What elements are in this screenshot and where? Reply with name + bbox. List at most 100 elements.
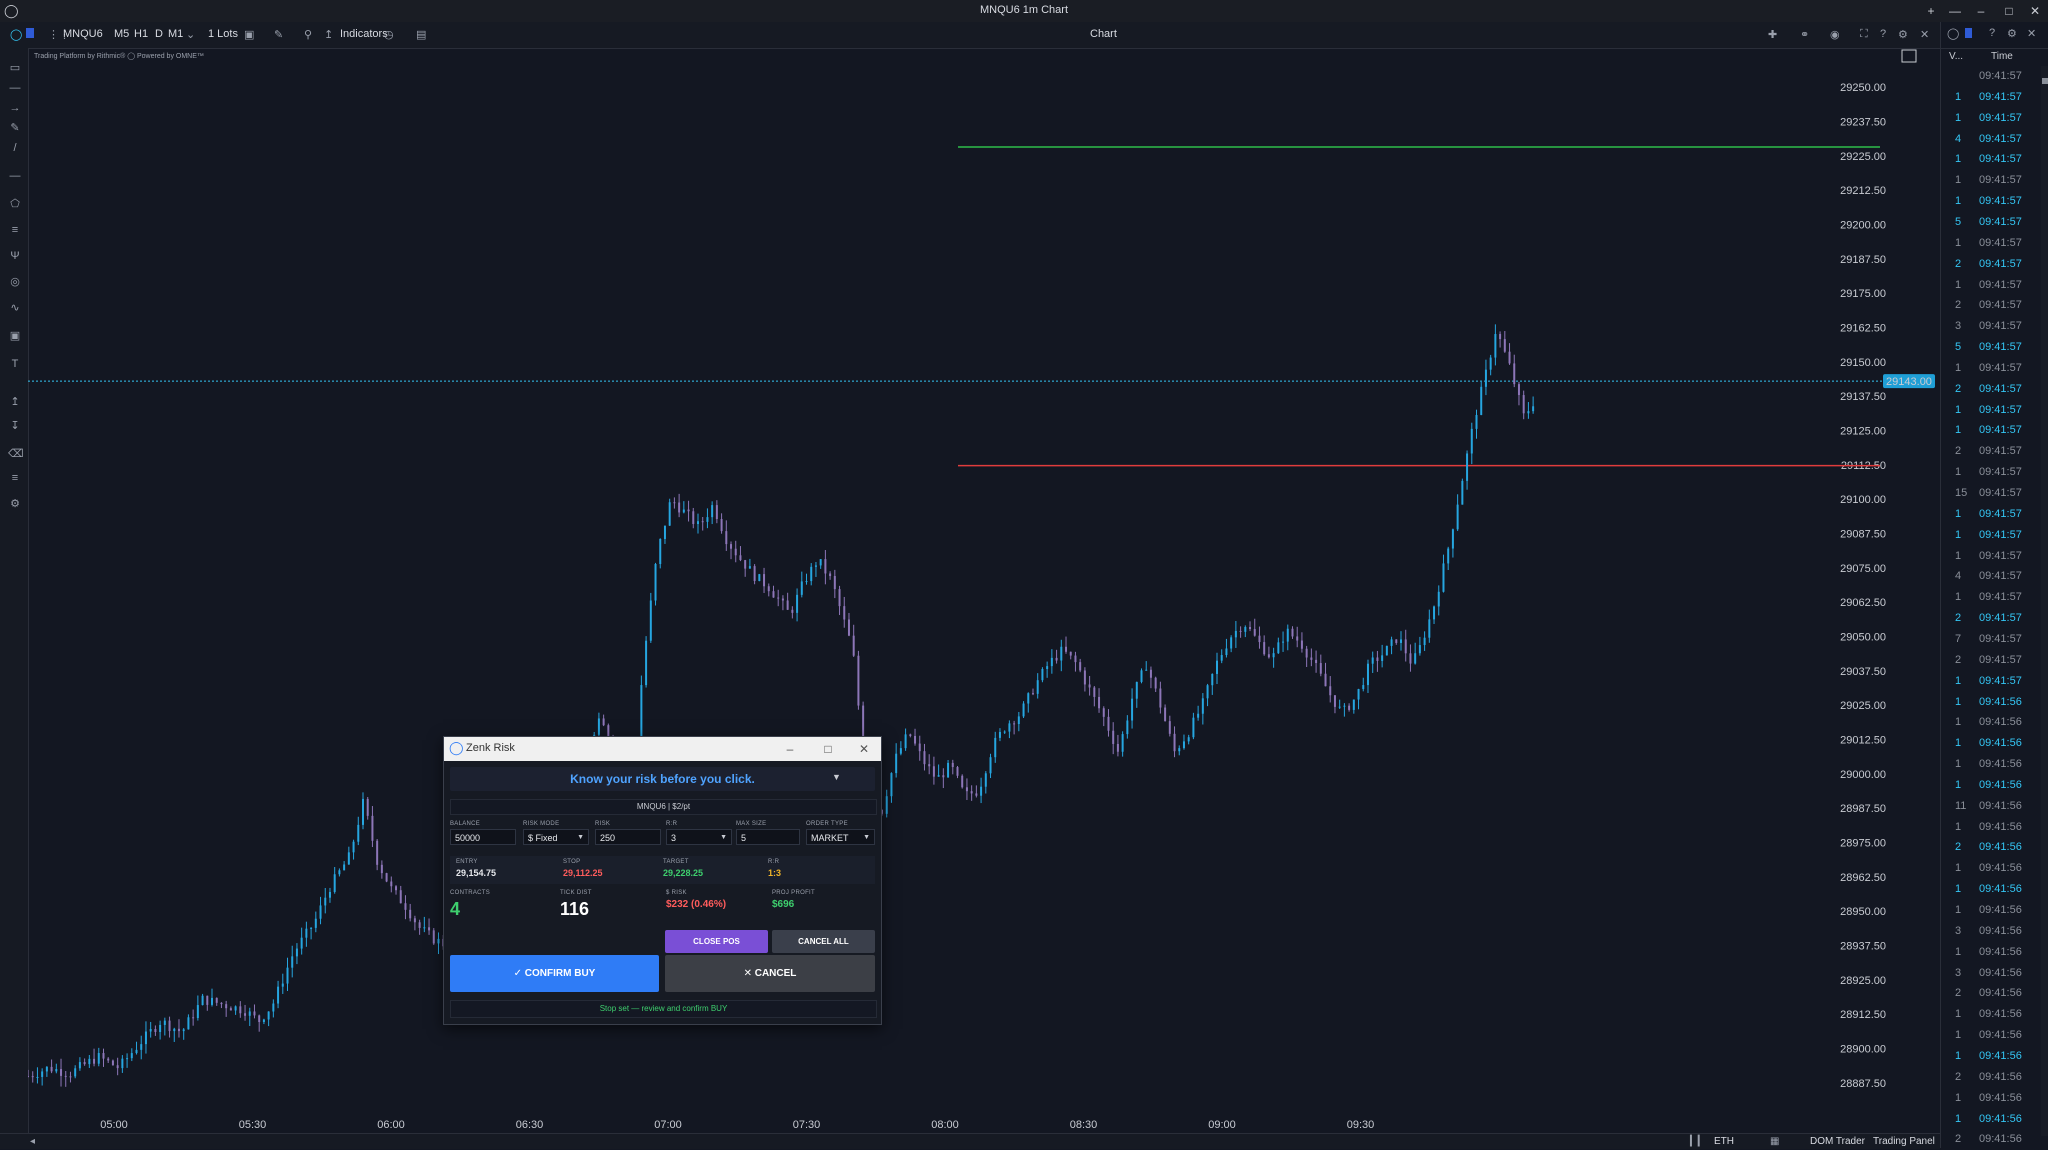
candle-body [772,591,775,598]
dom-trader-button[interactable]: DOM Trader [1810,1136,1865,1147]
cancel-button[interactable]: ✕ CANCEL [665,955,875,992]
collapse-chevron-icon[interactable]: ▼ [832,772,841,782]
risk-mode-select[interactable]: $ Fixed ▼ [523,829,589,845]
order-type-select[interactable]: MARKET ▼ [806,829,875,845]
restore-small-icon[interactable]: — [1944,2,1966,20]
symbol-selector[interactable]: MNQU6 [63,28,103,40]
scrollbar-thumb[interactable] [2042,78,2048,84]
chart-type-icon[interactable]: ▣ [244,28,254,41]
fib-tool-icon[interactable]: ≡ [8,224,22,236]
pitchfork-tool-icon[interactable]: Ψ [8,250,22,262]
split-icon[interactable]: ▎▎ [1690,1136,1705,1147]
circle-tool-icon[interactable]: ◎ [8,276,22,288]
timeframe-m5[interactable]: M5 [114,28,129,40]
table-row: 1 09:41:57 [1941,358,2041,379]
scroll-left-icon[interactable]: ◂ [30,1136,35,1147]
indicators-button[interactable]: Indicators [340,28,388,40]
dialog-title-bar[interactable]: ◯ Zenk Risk – □ ✕ [444,737,881,761]
timeframe-h1[interactable]: H1 [134,28,148,40]
chart-canvas[interactable]: 29250.00 29237.50 29225.00 29212.50 29200.00… [28,48,1940,1133]
trade-volume: 1 [1955,778,1962,791]
polygon-tool-icon[interactable]: ⬠ [8,198,22,210]
y-tick-label: 28912.50 [1840,1009,1886,1021]
layout-icon[interactable]: ▤ [416,28,426,41]
dialog-maximize-button[interactable]: □ [819,740,837,758]
y-tick-label: 29225.00 [1840,151,1886,163]
rr-select[interactable]: 3 ▼ [666,829,732,845]
scrollbar[interactable] [2041,66,2048,1136]
table-row: 1 09:41:56 [1941,712,2041,733]
pattern-tool-icon[interactable]: ∿ [8,302,22,314]
indicators-icon[interactable]: ↥ [324,28,333,41]
zoom-icon[interactable]: ⚲ [304,28,312,41]
trade-time: 09:41:56 [1979,883,2022,896]
help-icon[interactable]: ? [1880,28,1886,40]
text-tool-icon[interactable]: T [8,358,22,370]
risk-input[interactable]: 250 [595,829,661,845]
object-tree-icon[interactable]: ≡ [8,472,22,484]
close-pos-button[interactable]: CLOSE POS [665,930,768,953]
calendar-icon[interactable]: ▦ [1770,1136,1779,1147]
dialog-headline: Know your risk before you click. [570,772,755,786]
position-tool-icon[interactable]: ↧ [8,420,22,432]
candle-body [956,767,959,776]
pencil-icon[interactable]: ✎ [274,28,283,41]
eraser-tool-icon[interactable]: ⌫ [8,448,24,460]
settings-tool-icon[interactable]: ⚙ [8,498,22,510]
close-chart-icon[interactable]: ✕ [1920,28,1929,41]
dialog-minimize-button[interactable]: – [781,740,799,758]
rectangle-tool-icon[interactable]: ▭ [8,62,22,74]
link-color-icon[interactable] [26,28,34,38]
gear-icon[interactable]: ⚙ [1898,28,1908,41]
price-chart[interactable]: 29250.00 29237.50 29225.00 29212.50 29200.00… [28,48,1940,1133]
candle-body [800,581,803,595]
camera-icon[interactable]: ◉ [1830,28,1840,41]
candle-body [1409,653,1412,664]
trendline-tool-icon[interactable]: / [8,142,22,154]
measure-tool-icon[interactable]: ↥ [8,396,22,408]
link-color-icon[interactable] [1965,28,1972,38]
horizontal-line-tool-icon[interactable]: — [8,82,22,94]
crosshair-icon[interactable]: ✚ [1768,28,1777,41]
minimize-button[interactable]: – [1970,2,1992,20]
platform-icon[interactable]: ◯ [10,28,22,41]
arrow-tool-icon[interactable]: → [8,102,22,114]
timeframe-m1[interactable]: M1 [168,28,183,40]
clock-icon[interactable]: ◷ [384,28,394,41]
shapes-tool-icon[interactable]: ▣ [8,330,22,342]
fullscreen-icon[interactable]: ⛶ [1860,28,1868,41]
candle-body [645,640,648,686]
column-time[interactable]: Time [1991,51,2013,62]
candle-body [1031,693,1034,695]
add-window-icon[interactable]: + [1920,2,1942,20]
maximize-button[interactable]: □ [1998,2,2020,20]
candle-body [102,1053,105,1059]
brush-tool-icon[interactable]: ✎ [8,122,22,134]
confirm-buy-button[interactable]: ✓ CONFIRM BUY [450,955,659,992]
table-row: 2 09:41:56 [1941,1067,2041,1088]
cancel-all-button[interactable]: CANCEL ALL [772,930,875,953]
trading-panel-button[interactable]: Trading Panel [1873,1136,1935,1147]
candle-body [135,1049,138,1054]
close-window-button[interactable]: ✕ [2024,2,2046,20]
close-panel-icon[interactable]: ✕ [2027,27,2036,40]
trade-time: 09:41:57 [1979,507,2022,520]
dialog-close-button[interactable]: ✕ [855,740,873,758]
x-tick-label: 05:30 [239,1119,267,1131]
gear-icon[interactable]: ⚙ [2007,27,2017,40]
order-type-value: MARKET [811,833,849,843]
ray-tool-icon[interactable]: — [8,170,22,182]
x-tick-label: 09:00 [1208,1119,1236,1131]
link-icon[interactable]: ⚭ [1800,28,1809,41]
timeframe-d[interactable]: D [155,28,163,40]
column-volume[interactable]: V... [1949,51,1963,62]
candle-body [413,918,416,923]
chevron-down-icon[interactable]: ⌄ [186,28,195,41]
lots-selector[interactable]: 1 Lots [208,28,238,40]
balance-input[interactable]: 50000 [450,829,516,845]
max-size-input[interactable]: 5 [736,829,800,845]
candle-body [1362,685,1365,690]
trade-volume: 1 [1955,403,1962,416]
help-icon[interactable]: ? [1989,27,1995,39]
session-selector[interactable]: ETH [1714,1136,1734,1147]
